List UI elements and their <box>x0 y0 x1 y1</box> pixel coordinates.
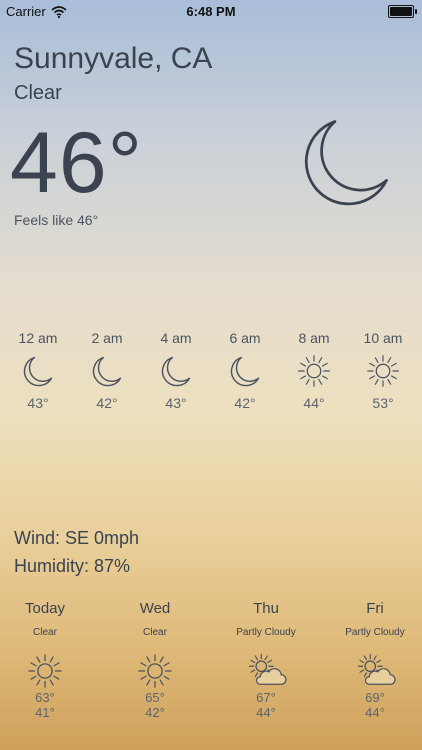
location-title: Sunnyvale, CA <box>14 42 213 75</box>
status-bar: Carrier 6:48 PM <box>0 0 422 22</box>
day-low: 41° <box>35 705 55 720</box>
day-name: Today <box>24 600 66 617</box>
current-temperature: 46° <box>10 115 144 211</box>
sun-icon <box>136 652 174 690</box>
sun-icon <box>365 353 401 389</box>
day-condition: Clear <box>33 627 57 638</box>
day-condition: Partly Cloudy <box>345 627 405 638</box>
hour-time: 10 am <box>363 330 403 346</box>
moon-icon <box>158 353 194 389</box>
hour-temp: 43° <box>165 395 187 411</box>
hour-temp: 42° <box>96 395 118 411</box>
hour-temp: 42° <box>234 395 256 411</box>
wind-info: Wind: SE 0mph <box>14 528 140 548</box>
hour-time: 12 am <box>18 330 58 346</box>
hourly-item: 12 am 43° <box>3 330 73 411</box>
hour-temp: 43° <box>27 395 49 411</box>
daily-item: Fri Partly Cloudy 69° 44° <box>325 600 422 720</box>
moon-icon <box>20 353 56 389</box>
daily-forecast: Today Clear 63° 41° Wed Clear 65° 42° Th… <box>0 600 422 750</box>
hourly-item: 6 am 42° <box>210 330 280 411</box>
day-name: Thu <box>253 600 279 617</box>
hour-temp: 53° <box>372 395 394 411</box>
day-high: 63° <box>35 690 55 705</box>
moon-icon <box>304 120 388 206</box>
day-name: Fri <box>366 600 384 617</box>
day-condition: Clear <box>143 627 167 638</box>
hour-time: 2 am <box>91 330 123 346</box>
hour-temp: 44° <box>303 395 325 411</box>
hourly-item: 10 am 53° <box>348 330 418 411</box>
hour-time: 4 am <box>160 330 192 346</box>
day-name: Wed <box>139 600 171 617</box>
hourly-forecast: 12 am 43° 2 am 42° 4 am 43° 6 am 42° 8 a… <box>0 330 422 430</box>
daily-item: Today Clear 63° 41° <box>0 600 95 720</box>
sun-icon <box>26 652 64 690</box>
day-low: 42° <box>145 705 165 720</box>
day-low: 44° <box>365 705 385 720</box>
day-condition: Partly Cloudy <box>236 627 296 638</box>
daily-item: Wed Clear 65° 42° <box>105 600 205 720</box>
day-high: 67° <box>256 690 276 705</box>
day-high: 69° <box>365 690 385 705</box>
status-time: 6:48 PM <box>186 4 236 19</box>
daily-item: Thu Partly Cloudy 67° 44° <box>216 600 316 720</box>
current-condition: Clear <box>14 82 62 104</box>
day-low: 44° <box>256 705 276 720</box>
battery-icon <box>388 5 417 18</box>
moon-icon <box>89 353 125 389</box>
partly-cloudy-icon <box>356 652 396 690</box>
sun-icon <box>296 353 332 389</box>
hourly-item: 8 am 44° <box>279 330 349 411</box>
hour-time: 6 am <box>229 330 261 346</box>
moon-icon <box>227 353 263 389</box>
hourly-item: 2 am 42° <box>72 330 142 411</box>
partly-cloudy-icon <box>247 652 287 690</box>
day-high: 65° <box>145 690 165 705</box>
hour-time: 8 am <box>298 330 330 346</box>
feels-like: Feels like 46° <box>14 212 99 228</box>
humidity-info: Humidity: 87% <box>14 556 131 576</box>
hourly-item: 4 am 43° <box>141 330 211 411</box>
